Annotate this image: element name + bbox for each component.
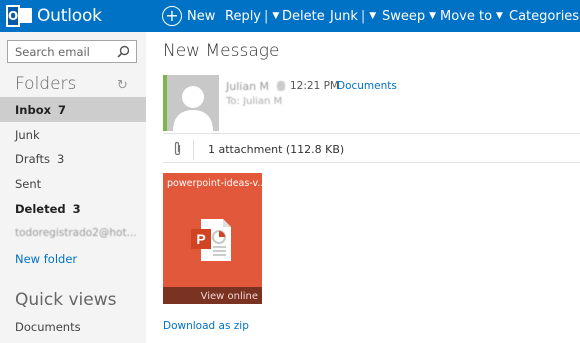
header-divider <box>163 133 580 134</box>
folder-item-sent[interactable]: Sent <box>0 171 146 196</box>
chevron-down-icon: ▼ <box>496 11 503 21</box>
outlook-logo-icon: O <box>6 5 32 27</box>
new-button[interactable]: + New <box>162 0 215 32</box>
refresh-icon[interactable]: ↻ <box>117 78 128 93</box>
folder-label: Deleted <box>15 201 66 216</box>
folders-heading: Folders <box>15 74 77 94</box>
attachment-separator <box>193 140 194 160</box>
categories-button[interactable]: Categories ▼ <box>509 0 580 32</box>
download-zip-link[interactable]: Download as zip <box>163 320 249 332</box>
app-title: Outlook <box>37 6 102 26</box>
junk-label: Junk <box>330 8 358 24</box>
folder-label: Junk <box>15 127 40 142</box>
folder-item-inbox[interactable]: Inbox 7 <box>0 97 146 122</box>
new-folder-link[interactable]: New folder <box>15 252 77 266</box>
folder-item-drafts[interactable]: Drafts 3 <box>0 146 146 171</box>
top-bar: O Outlook + New Reply | ▼ Delete Junk | … <box>0 0 580 32</box>
junk-separator: | <box>360 8 366 24</box>
sender-name[interactable]: Julian M <box>226 80 286 93</box>
delete-button[interactable]: Delete <box>282 0 325 32</box>
sweep-label: Sweep <box>382 8 426 24</box>
search-box[interactable]: Search email <box>7 40 137 63</box>
person-icon <box>173 86 213 131</box>
folder-item-deleted[interactable]: Deleted 3 <box>0 196 146 221</box>
message-time: 12:21 PM <box>290 80 339 92</box>
folder-label: Drafts <box>15 151 50 166</box>
folder-count: 7 <box>58 102 67 117</box>
avatar <box>163 75 219 131</box>
plus-icon: + <box>162 6 182 26</box>
search-icon[interactable] <box>117 45 130 58</box>
folder-count: 3 <box>72 201 81 216</box>
folder-item-junk[interactable]: Junk <box>0 122 146 147</box>
folder-pane: Search email Folders ↻ Inbox 7 Junk Draf… <box>0 32 146 343</box>
app-brand[interactable]: O Outlook <box>6 4 102 28</box>
sweep-button[interactable]: Sweep ▼ <box>382 0 436 32</box>
attachment-name: powerpoint-ideas-v... <box>167 178 262 189</box>
presence-icon <box>277 81 286 91</box>
folder-item-account[interactable]: todoregistrado2@hot... <box>0 220 146 245</box>
folder-label: Sent <box>15 176 42 191</box>
delete-label: Delete <box>282 8 325 24</box>
quick-views-heading: Quick views <box>15 290 117 310</box>
sender-text: Julian M <box>226 80 270 93</box>
folder-label: todoregistrado2@hot... <box>15 226 137 239</box>
chevron-down-icon[interactable]: ▼ <box>272 11 279 21</box>
folder-label: Inbox <box>15 102 52 117</box>
new-label: New <box>187 8 216 24</box>
chevron-down-icon[interactable]: ▼ <box>369 11 376 21</box>
view-online-link[interactable]: View online <box>201 291 258 302</box>
junk-button[interactable]: Junk | ▼ <box>330 0 376 32</box>
message-title: New Message <box>163 41 280 61</box>
attachment-summary: 1 attachment (112.8 KB) <box>208 143 345 156</box>
quick-view-documents[interactable]: Documents <box>15 320 81 334</box>
reply-separator: | <box>264 8 269 24</box>
chevron-down-icon: ▼ <box>429 11 437 21</box>
reply-button[interactable]: Reply | ▼ <box>225 0 279 32</box>
powerpoint-file-icon: P <box>191 219 231 261</box>
attachment-divider <box>163 162 580 163</box>
move-to-button[interactable]: Move to ▼ <box>440 0 503 32</box>
reply-label: Reply <box>225 8 262 24</box>
categories-label: Categories <box>509 8 580 24</box>
recipient-line: To: Julian M <box>226 96 283 107</box>
attachment-tile[interactable]: powerpoint-ideas-v... P View online <box>163 173 262 304</box>
message-folder-link[interactable]: Documents <box>337 80 397 92</box>
reading-pane: New Message Julian M 12:21 PM Documents … <box>146 32 580 343</box>
svg-text:P: P <box>196 231 205 247</box>
folder-count: 3 <box>56 151 65 166</box>
paperclip-icon <box>174 141 181 156</box>
move-to-label: Move to <box>440 8 493 24</box>
search-input[interactable]: Search email <box>15 45 90 59</box>
